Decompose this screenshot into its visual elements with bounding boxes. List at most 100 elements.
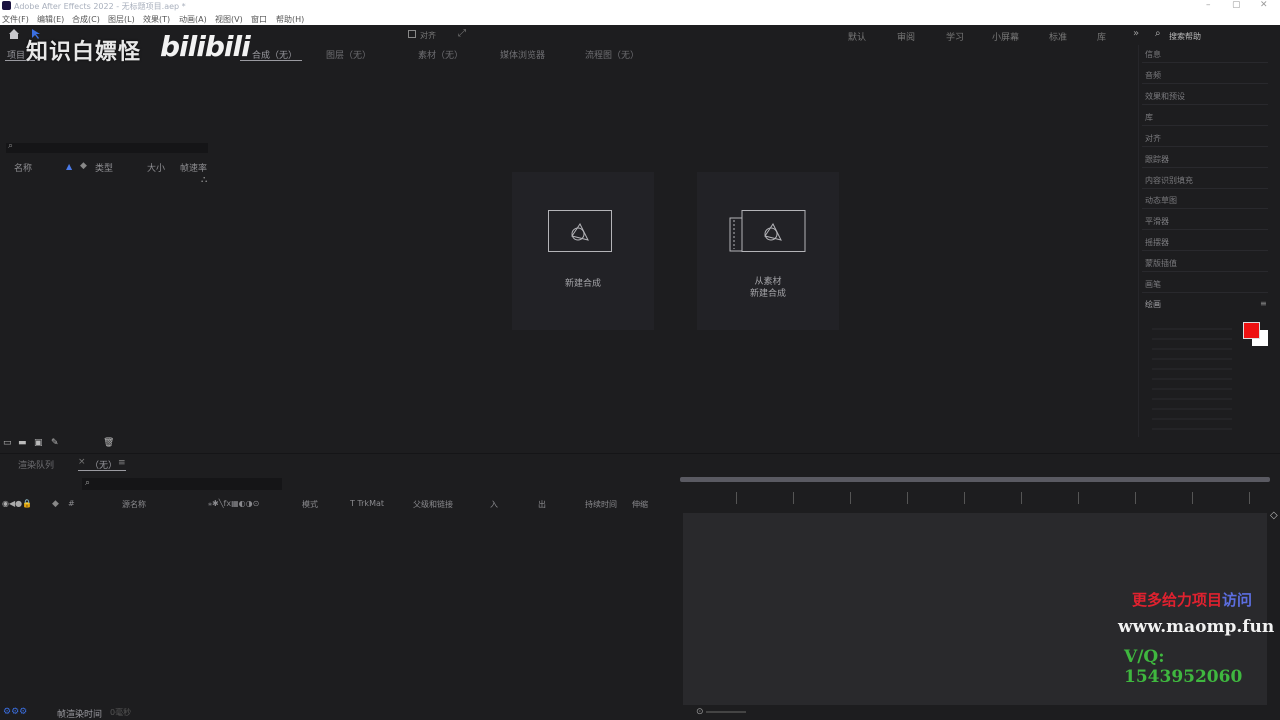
ad-line-2: www.maomp.fun	[1118, 617, 1275, 637]
time-ruler[interactable]	[680, 492, 1270, 504]
panel-audio[interactable]: 音频	[1145, 70, 1161, 81]
close-icon[interactable]: ✕	[1260, 0, 1268, 10]
col-trkmat[interactable]: T TrkMat	[350, 499, 384, 508]
adjust-settings-icon[interactable]: ✎	[51, 438, 59, 448]
timeline-search-input[interactable]: ⌕	[82, 478, 282, 490]
menu-effect[interactable]: 效果(T)	[143, 14, 170, 25]
av-switches-icon[interactable]: ◉◀●🔒	[2, 499, 32, 508]
interpret-footage-icon[interactable]: ▭	[3, 438, 12, 448]
col-name[interactable]: 名称	[14, 161, 32, 174]
col-fps[interactable]: 帧速率	[180, 161, 207, 174]
new-composition-card[interactable]: 新建合成	[512, 172, 654, 330]
menu-composition[interactable]: 合成(C)	[72, 14, 100, 25]
channel-watermark: 知识白嫖怪	[26, 40, 142, 65]
snap-label: 对齐	[420, 31, 436, 40]
col-mode[interactable]: 模式	[302, 499, 318, 510]
workspace-learn[interactable]: 学习	[946, 30, 964, 43]
workspace-review[interactable]: 审阅	[897, 30, 915, 43]
menu-edit[interactable]: 编辑(E)	[37, 14, 64, 25]
from-footage-card[interactable]: 从素材 新建合成	[697, 172, 839, 330]
more-workspaces-icon[interactable]: »	[1133, 28, 1139, 39]
snap-checkbox[interactable]	[408, 30, 416, 38]
search-help-input[interactable]: 搜索帮助	[1169, 31, 1201, 42]
trash-icon[interactable]: 🗑	[103, 438, 114, 448]
zoom-slider[interactable]	[706, 711, 746, 713]
tab-render-queue[interactable]: 渲染队列	[18, 458, 54, 471]
tab-flowchart[interactable]: 流程图（无）	[585, 48, 639, 61]
menu-window[interactable]: 窗口	[251, 14, 267, 25]
paint-settings-blurred	[1152, 320, 1232, 430]
panel-paint[interactable]: 绘画	[1145, 299, 1161, 310]
render-time-label: 帧渲染时间	[57, 710, 103, 720]
foreground-color-swatch[interactable]	[1243, 322, 1260, 339]
zoom-out-icon[interactable]: ⊙	[696, 707, 704, 717]
col-source-name[interactable]: 源名称	[122, 499, 146, 510]
timeline-tabs: 渲染队列 × （无） ≡	[0, 453, 1280, 473]
time-navigator[interactable]	[680, 477, 1270, 482]
composition-icon	[548, 210, 612, 252]
label-tag-icon[interactable]: ◆	[80, 161, 87, 171]
snap-options-icon[interactable]: ⤢	[458, 28, 466, 39]
from-footage-label-2: 新建合成	[749, 289, 786, 299]
workspace-default[interactable]: 默认	[848, 30, 866, 43]
tab-menu-icon[interactable]: ≡	[118, 458, 126, 468]
panel-mask-interpolation[interactable]: 蒙版插值	[1145, 258, 1177, 269]
menu-view[interactable]: 视图(V)	[215, 14, 243, 25]
panel-menu-icon[interactable]: ≡	[1260, 299, 1267, 308]
panel-wiggler[interactable]: 摇摆器	[1145, 237, 1169, 248]
maximize-icon[interactable]: ▢	[1232, 0, 1241, 10]
new-composition-icon[interactable]: ▣	[34, 438, 43, 448]
col-in[interactable]: 入	[490, 499, 498, 510]
bilibili-logo: bilibili	[160, 30, 251, 63]
layer-switches-icon[interactable]: ⁎✱╲fx▦◐◑⊙	[208, 499, 259, 508]
workspace-small-screen[interactable]: 小屏幕	[992, 30, 1019, 43]
menu-layer[interactable]: 图层(L)	[108, 14, 135, 25]
panel-tracker[interactable]: 跟踪器	[1145, 154, 1169, 165]
menu-help[interactable]: 帮助(H)	[276, 14, 304, 25]
panel-content-aware-fill[interactable]: 内容识别填充	[1145, 175, 1193, 186]
tab-layer[interactable]: 图层（无）	[326, 48, 371, 61]
panel-info[interactable]: 信息	[1145, 49, 1161, 60]
sort-up-icon[interactable]: ▲	[66, 162, 72, 171]
panel-smoother[interactable]: 平滑器	[1145, 216, 1169, 227]
menu-bar: 文件(F) 编辑(E) 合成(C) 图层(L) 效果(T) 动画(A) 视图(V…	[0, 12, 1280, 25]
home-icon[interactable]	[8, 28, 20, 40]
col-size[interactable]: 大小	[147, 161, 165, 174]
close-tab-icon[interactable]: ×	[78, 457, 86, 467]
project-footer-bar: ▭ ▬ ▣ ✎ 🗑	[0, 437, 1280, 451]
composition-from-footage-icon	[729, 210, 806, 252]
workspace-standard[interactable]: 标准	[1049, 30, 1067, 43]
col-duration[interactable]: 持续时间	[585, 499, 617, 510]
panel-align[interactable]: 对齐	[1145, 133, 1161, 144]
menu-animation[interactable]: 动画(A)	[179, 14, 207, 25]
new-composition-label: 新建合成	[564, 279, 601, 289]
status-bar: ⚙⚙⚙ 帧渲染时间 0毫秒 ⊙	[0, 705, 1280, 720]
menu-file[interactable]: 文件(F)	[2, 14, 29, 25]
workspace-library[interactable]: 库	[1097, 30, 1106, 43]
col-parent[interactable]: 父级和链接	[413, 499, 453, 510]
label-tag-icon[interactable]: ◆	[52, 499, 59, 509]
panel-brushes[interactable]: 画笔	[1145, 279, 1161, 290]
window-title: Adobe After Effects 2022 - 无标题项目.aep *	[14, 2, 186, 11]
col-stretch[interactable]: 伸缩	[632, 499, 648, 510]
search-icon[interactable]: ⌕	[1155, 28, 1161, 39]
playhead-handle-icon[interactable]: ◇	[1270, 510, 1278, 521]
new-folder-icon[interactable]: ▬	[18, 438, 27, 448]
project-search-input[interactable]: ⌕	[6, 141, 208, 153]
render-time-value: 0毫秒	[110, 708, 132, 717]
tab-media-browser[interactable]: 媒体浏览器	[500, 48, 545, 61]
flowchart-icon[interactable]: ⛬	[201, 175, 207, 185]
col-type[interactable]: 类型	[95, 161, 113, 174]
panel-library[interactable]: 库	[1145, 112, 1153, 123]
tab-footage[interactable]: 素材（无）	[418, 48, 463, 61]
col-out[interactable]: 出	[538, 499, 546, 510]
toggle-switches-icon[interactable]: ⚙⚙⚙	[3, 707, 27, 717]
ad-line-3: V/Q: 1543952060	[1124, 647, 1243, 687]
panel-motion-sketch[interactable]: 动态草图	[1145, 195, 1177, 206]
panel-effects-presets[interactable]: 效果和预设	[1145, 91, 1185, 102]
search-icon: ⌕	[85, 478, 91, 488]
title-bar: Adobe After Effects 2022 - 无标题项目.aep * –…	[0, 0, 1280, 12]
search-icon: ⌕	[8, 141, 14, 151]
minimize-icon[interactable]: –	[1206, 0, 1211, 10]
layer-number-icon: #	[68, 499, 75, 508]
